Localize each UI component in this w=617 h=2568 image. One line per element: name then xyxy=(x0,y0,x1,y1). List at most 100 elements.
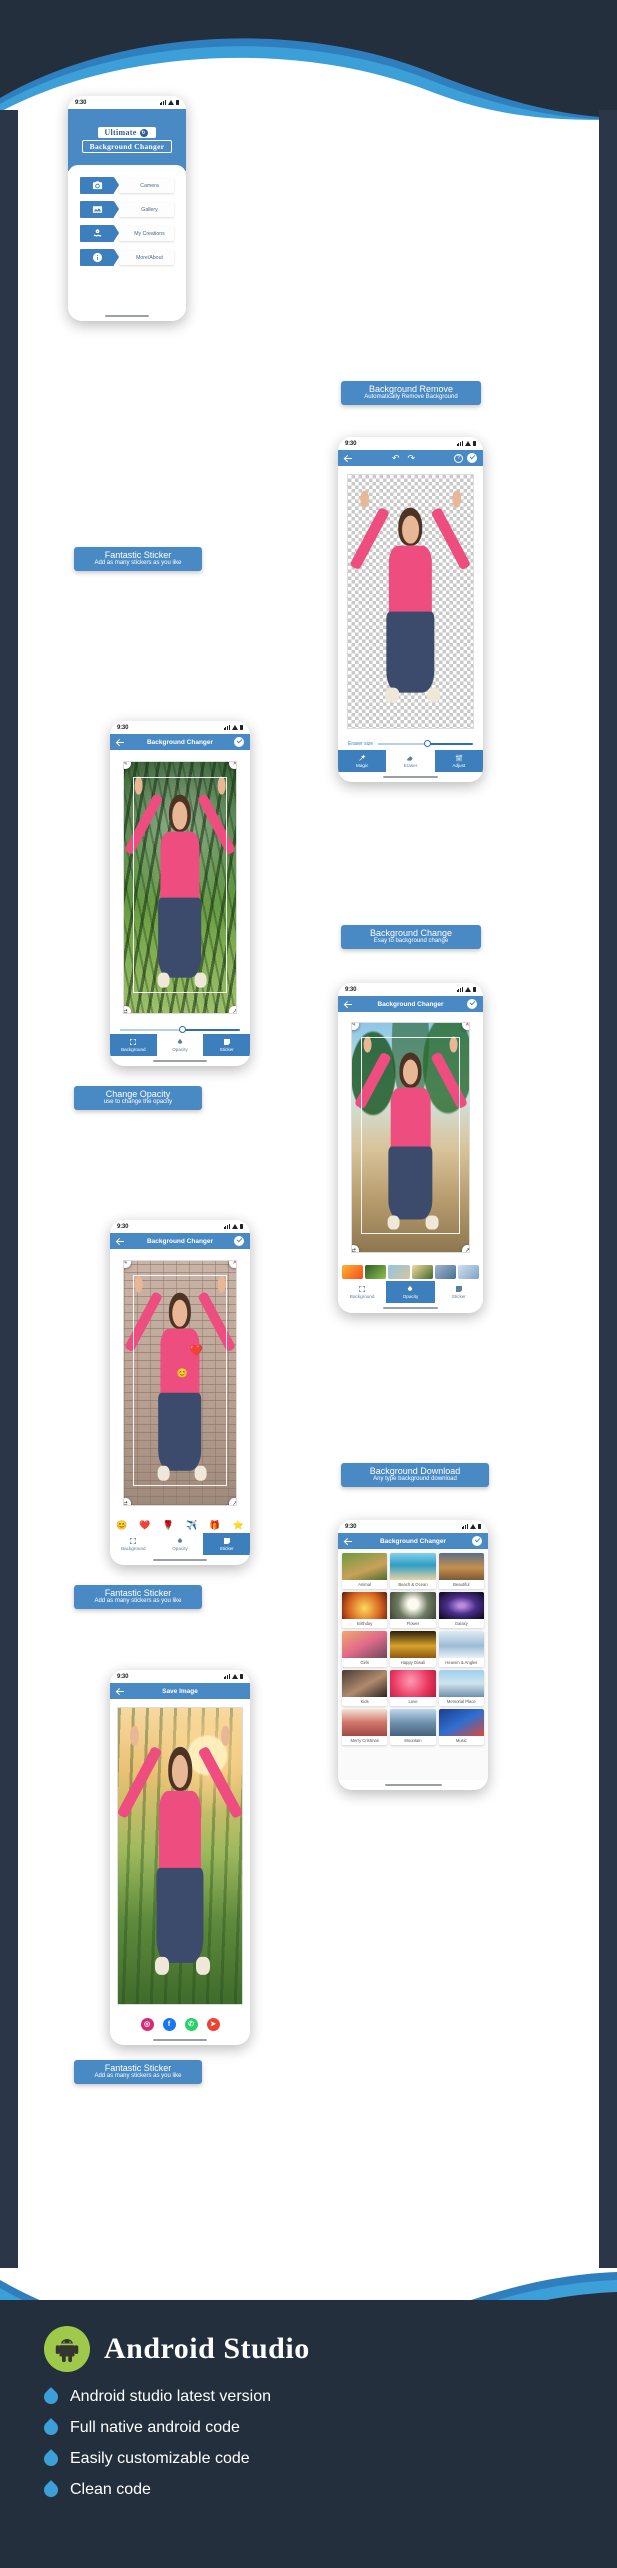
signal-icon xyxy=(223,1674,230,1679)
confirm-check-icon[interactable] xyxy=(467,999,477,1009)
category-grid[interactable]: Animal Beach & Ocean Beautiful Birthday … xyxy=(338,1549,488,1780)
tool-tab-sticker[interactable]: Sticker xyxy=(203,1034,250,1056)
composited-photo[interactable]: ✎ ✕ ⇄ ↗ xyxy=(351,1022,470,1253)
undo-icon[interactable]: ↶ xyxy=(392,453,400,463)
sticker-option-2[interactable]: 🌹 xyxy=(163,1520,174,1531)
slider-track[interactable] xyxy=(120,1026,240,1034)
sticker-option-4[interactable]: 🎁 xyxy=(209,1520,220,1531)
facebook-icon[interactable]: f xyxy=(162,2017,176,2031)
handle-flip[interactable]: ⇄ xyxy=(123,1005,131,1013)
caption-title: Background Change xyxy=(369,928,453,938)
opacity-slider[interactable] xyxy=(110,1024,250,1034)
footer-feature-item: Easily customizable code xyxy=(41,2449,573,2469)
caption-title: Change Opacity xyxy=(105,1089,171,1099)
slider-knob[interactable] xyxy=(178,1026,186,1034)
back-arrow-icon[interactable] xyxy=(116,1687,125,1696)
slider-track[interactable] xyxy=(378,740,473,748)
category-cell[interactable]: Girls xyxy=(342,1631,388,1667)
sticker-option-5[interactable]: ⭐ xyxy=(233,1520,244,1531)
caption-title: Fantastic Sticker xyxy=(104,2063,172,2073)
menu-item-camera[interactable]: Camera xyxy=(80,177,174,194)
menu-item-gallery[interactable]: Gallery xyxy=(80,201,174,218)
phone-background-change: 9:30 Background Changer ✎ ✕ ⇄ ↗ Backgrou… xyxy=(338,983,483,1313)
back-arrow-icon[interactable] xyxy=(344,454,353,463)
editor-canvas[interactable]: ❤️ 😊 ✎ ✕ ⇄ ↗ xyxy=(110,1249,250,1517)
tool-tab-background[interactable]: Background xyxy=(338,1281,387,1303)
category-cell[interactable]: Beach & Ocean xyxy=(390,1553,436,1589)
category-cell[interactable]: Galaxy xyxy=(438,1592,484,1628)
thumb-city[interactable] xyxy=(434,1265,456,1279)
confirm-check-icon[interactable] xyxy=(234,1236,244,1246)
share-icon[interactable]: ➤ xyxy=(206,2017,220,2031)
category-cell[interactable]: Animal xyxy=(342,1553,388,1589)
tool-tab-magic[interactable]: Magic xyxy=(338,750,387,772)
editor-canvas[interactable]: ✎ ✕ ⇄ ↗ xyxy=(338,1012,483,1263)
handle-resize[interactable]: ↗ xyxy=(229,1498,237,1506)
category-cell[interactable]: Flower xyxy=(390,1592,436,1628)
caption-title: Fantastic Sticker xyxy=(104,1588,172,1598)
wifi-icon xyxy=(231,1674,238,1679)
back-arrow-icon[interactable] xyxy=(116,738,125,747)
confirm-check-icon[interactable] xyxy=(467,453,477,463)
editor-canvas[interactable] xyxy=(338,466,483,737)
category-cell[interactable]: Love xyxy=(390,1670,436,1706)
category-cell[interactable]: Memorial Place xyxy=(438,1670,484,1706)
sticker-picker-strip[interactable]: 😊 ❤️ 🌹 ✈️ 🎁 ⭐ xyxy=(110,1517,250,1533)
thumb-add[interactable] xyxy=(342,1265,364,1279)
tool-tab-sticker[interactable]: Sticker xyxy=(434,1281,483,1303)
tool-tab-opacity[interactable]: Opacity xyxy=(156,1034,204,1056)
confirm-check-icon[interactable] xyxy=(234,737,244,747)
handle-flip[interactable]: ⇄ xyxy=(123,1498,131,1506)
sticker-option-3[interactable]: ✈️ xyxy=(186,1520,197,1531)
handle-resize[interactable]: ↗ xyxy=(461,1244,469,1252)
category-cell[interactable]: Birthday xyxy=(342,1592,388,1628)
composited-photo[interactable]: ✎ ✕ ⇄ ↗ xyxy=(122,760,238,1014)
background-thumbnail-strip[interactable] xyxy=(338,1263,483,1281)
sticker-option-0[interactable]: 😊 xyxy=(116,1520,127,1531)
confirm-check-icon[interactable] xyxy=(472,1536,482,1546)
thumb-sky[interactable] xyxy=(457,1265,480,1279)
instagram-icon[interactable]: ◎ xyxy=(140,2017,154,2031)
sticker-option-1[interactable]: ❤️ xyxy=(139,1520,150,1531)
category-cell[interactable]: Kids xyxy=(342,1670,388,1706)
handle-flip[interactable]: ⇄ xyxy=(352,1244,360,1252)
tool-tab-eraser[interactable]: Eraser xyxy=(386,750,435,772)
help-icon[interactable]: ? xyxy=(454,453,463,463)
handle-resize[interactable]: ↗ xyxy=(229,1005,237,1013)
category-cell[interactable]: Beautiful xyxy=(438,1553,484,1589)
back-arrow-icon[interactable] xyxy=(116,1237,125,1246)
cutout-photo[interactable] xyxy=(346,474,475,729)
whatsapp-icon[interactable]: ✆ xyxy=(184,2017,198,2031)
tool-tab-adjust[interactable]: Adjust xyxy=(434,750,483,772)
category-cell[interactable]: Heaven & Angles xyxy=(438,1631,484,1667)
menu-item-more-about[interactable]: More/About xyxy=(80,249,174,266)
eraser-size-slider[interactable]: Eraser size xyxy=(338,737,483,750)
battery-icon xyxy=(472,986,476,993)
slider-knob[interactable] xyxy=(423,740,431,748)
menu-item-my-creations[interactable]: My Creations xyxy=(80,225,174,242)
tool-tab-background[interactable]: Background xyxy=(110,1533,157,1555)
back-arrow-icon[interactable] xyxy=(344,1537,353,1546)
tool-tab-background[interactable]: Background xyxy=(110,1034,157,1056)
category-cell[interactable]: Merry Cristmas xyxy=(342,1709,388,1745)
tool-tab-sticker-label: Sticker xyxy=(219,1546,234,1551)
editor-canvas[interactable]: ✎ ✕ ⇄ ↗ xyxy=(110,750,250,1025)
composited-photo[interactable]: ❤️ 😊 ✎ ✕ ⇄ ↗ xyxy=(122,1259,238,1507)
category-cell[interactable]: Happy Diwali xyxy=(390,1631,436,1667)
back-arrow-icon[interactable] xyxy=(344,1000,353,1009)
category-cell[interactable]: Music xyxy=(438,1709,484,1745)
leaf-bullet-icon xyxy=(41,2418,61,2438)
status-clock: 9:30 xyxy=(117,1673,129,1680)
handle-delete[interactable]: ✕ xyxy=(229,1260,237,1268)
category-cell[interactable]: Mountain xyxy=(390,1709,436,1745)
thumb-beach[interactable] xyxy=(388,1265,410,1279)
redo-icon[interactable]: ↷ xyxy=(408,453,416,463)
handle-delete[interactable]: ✕ xyxy=(229,761,237,769)
thumb-forest[interactable] xyxy=(365,1265,387,1279)
tool-tab-opacity[interactable]: Opacity xyxy=(386,1281,435,1303)
info-icon xyxy=(80,249,119,266)
tool-tab-opacity[interactable]: Opacity xyxy=(156,1533,204,1555)
app-logo-top: Ultimate ↻ xyxy=(98,127,156,138)
thumb-sunset[interactable] xyxy=(411,1265,433,1279)
tool-tab-sticker[interactable]: Sticker xyxy=(203,1533,250,1555)
